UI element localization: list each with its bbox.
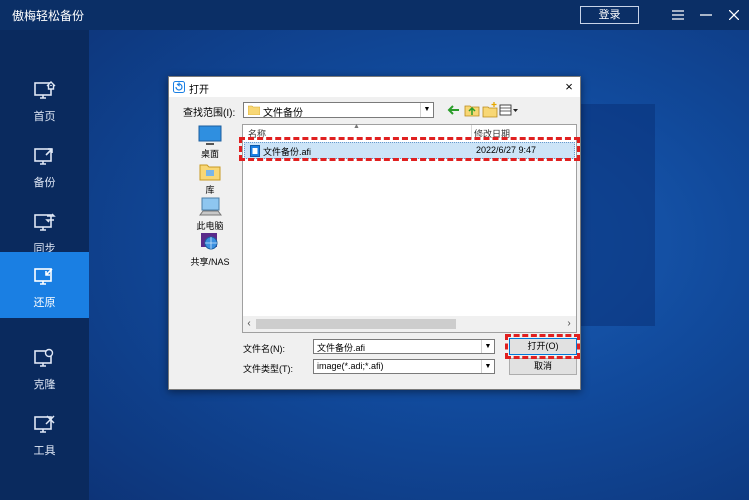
login-button[interactable]: 登录 [580,6,639,24]
chevron-down-icon[interactable]: ▼ [481,340,494,353]
column-header-modified[interactable]: 修改日期 [474,127,510,140]
chevron-down-icon[interactable]: ▼ [481,360,494,373]
up-folder-icon[interactable] [464,102,480,118]
column-header-name[interactable]: 名称 [248,127,266,140]
library-icon [199,164,221,181]
network-share-icon [201,233,218,250]
file-list[interactable]: ▲ 名称 修改日期 文件备份.afi 2022/6/27 9:47 ‹ › [242,123,577,333]
look-in-dropdown[interactable]: 文件备份 ▼ [243,102,434,119]
place-computer[interactable]: 此电脑 [181,197,239,233]
sync-icon [34,213,56,231]
chevron-down-icon[interactable]: ▼ [420,103,433,117]
clone-icon [34,348,54,367]
app-title: 傲梅轻松备份 [12,9,85,23]
sidebar-item-label: 还原 [33,296,56,309]
folder-icon [248,105,260,115]
open-dialog: 打开 × 查找范围(I): 文件备份 ▼ 桌面 库 此电脑 共享/NAS ▲ 名… [168,76,581,390]
sidebar-item-label: 首页 [33,110,56,123]
open-button[interactable]: 打开(O) [509,338,577,355]
sidebar-item-backup[interactable]: 备份 [0,132,89,198]
dialog-title-bar: 打开 × [169,77,580,97]
backup-file-icon [250,145,260,157]
place-desktop[interactable]: 桌面 [181,125,239,161]
table-row[interactable]: 文件备份.afi 2022/6/27 9:47 [244,142,575,159]
place-network[interactable]: 共享/NAS [181,233,239,269]
view-menu-icon[interactable] [499,102,519,118]
sidebar-item-home[interactable]: 首页 [0,66,89,132]
file-name: 文件备份.afi [263,147,312,157]
filename-label: 文件名(N): [243,344,285,354]
scroll-right-icon[interactable]: › [563,318,575,330]
places-bar: 桌面 库 此电脑 共享/NAS [181,125,239,273]
sidebar-item-clone[interactable]: 克隆 [0,334,89,400]
column-divider[interactable] [471,125,472,139]
filetype-value: image(*.adi;*.afi) [317,361,384,371]
cancel-button[interactable]: 取消 [509,358,577,375]
scrollbar-thumb[interactable] [256,319,456,329]
sidebar-item-label: 工具 [33,444,56,457]
horizontal-scrollbar[interactable]: ‹ › [243,316,576,332]
desktop-icon [198,125,222,145]
minimize-icon[interactable] [694,4,718,26]
menu-icon[interactable] [666,4,690,26]
scroll-left-icon[interactable]: ‹ [243,318,255,330]
place-library[interactable]: 库 [181,161,239,197]
filename-input[interactable]: 文件备份.afi ▼ [313,339,495,354]
place-label: 共享/NAS [190,257,230,267]
tools-icon [34,415,55,433]
filetype-label: 文件类型(T): [243,364,293,374]
computer-icon [199,197,222,216]
title-bar: 傲梅轻松备份 登录 [0,0,749,30]
filetype-select[interactable]: image(*.adi;*.afi) ▼ [313,359,495,374]
place-label: 库 [205,185,215,195]
dialog-title: 打开 [189,85,209,96]
dialog-close-icon[interactable]: × [561,78,577,96]
sidebar-item-restore[interactable]: 还原 [0,252,89,318]
background-panel [579,104,655,326]
sidebar-item-label: 备份 [33,176,56,189]
restore-icon [34,268,53,285]
sidebar: 首页 备份 同步 还原 克隆 工具 [0,30,89,500]
home-icon [34,81,56,99]
sidebar-item-label: 克隆 [33,378,56,391]
place-label: 桌面 [200,149,219,159]
filename-value: 文件备份.afi [317,343,366,353]
sidebar-item-tools[interactable]: 工具 [0,400,89,466]
dialog-app-icon [173,81,185,93]
sort-ascending-icon: ▲ [353,123,360,130]
backup-icon [34,148,53,165]
place-label: 此电脑 [196,221,224,231]
new-folder-icon[interactable] [482,102,498,118]
look-in-label: 查找范围(I): [183,108,236,119]
look-in-value: 文件备份 [263,108,303,119]
file-modified-date: 2022/6/27 9:47 [476,145,537,155]
back-icon[interactable] [446,102,462,118]
close-icon[interactable] [722,4,746,26]
